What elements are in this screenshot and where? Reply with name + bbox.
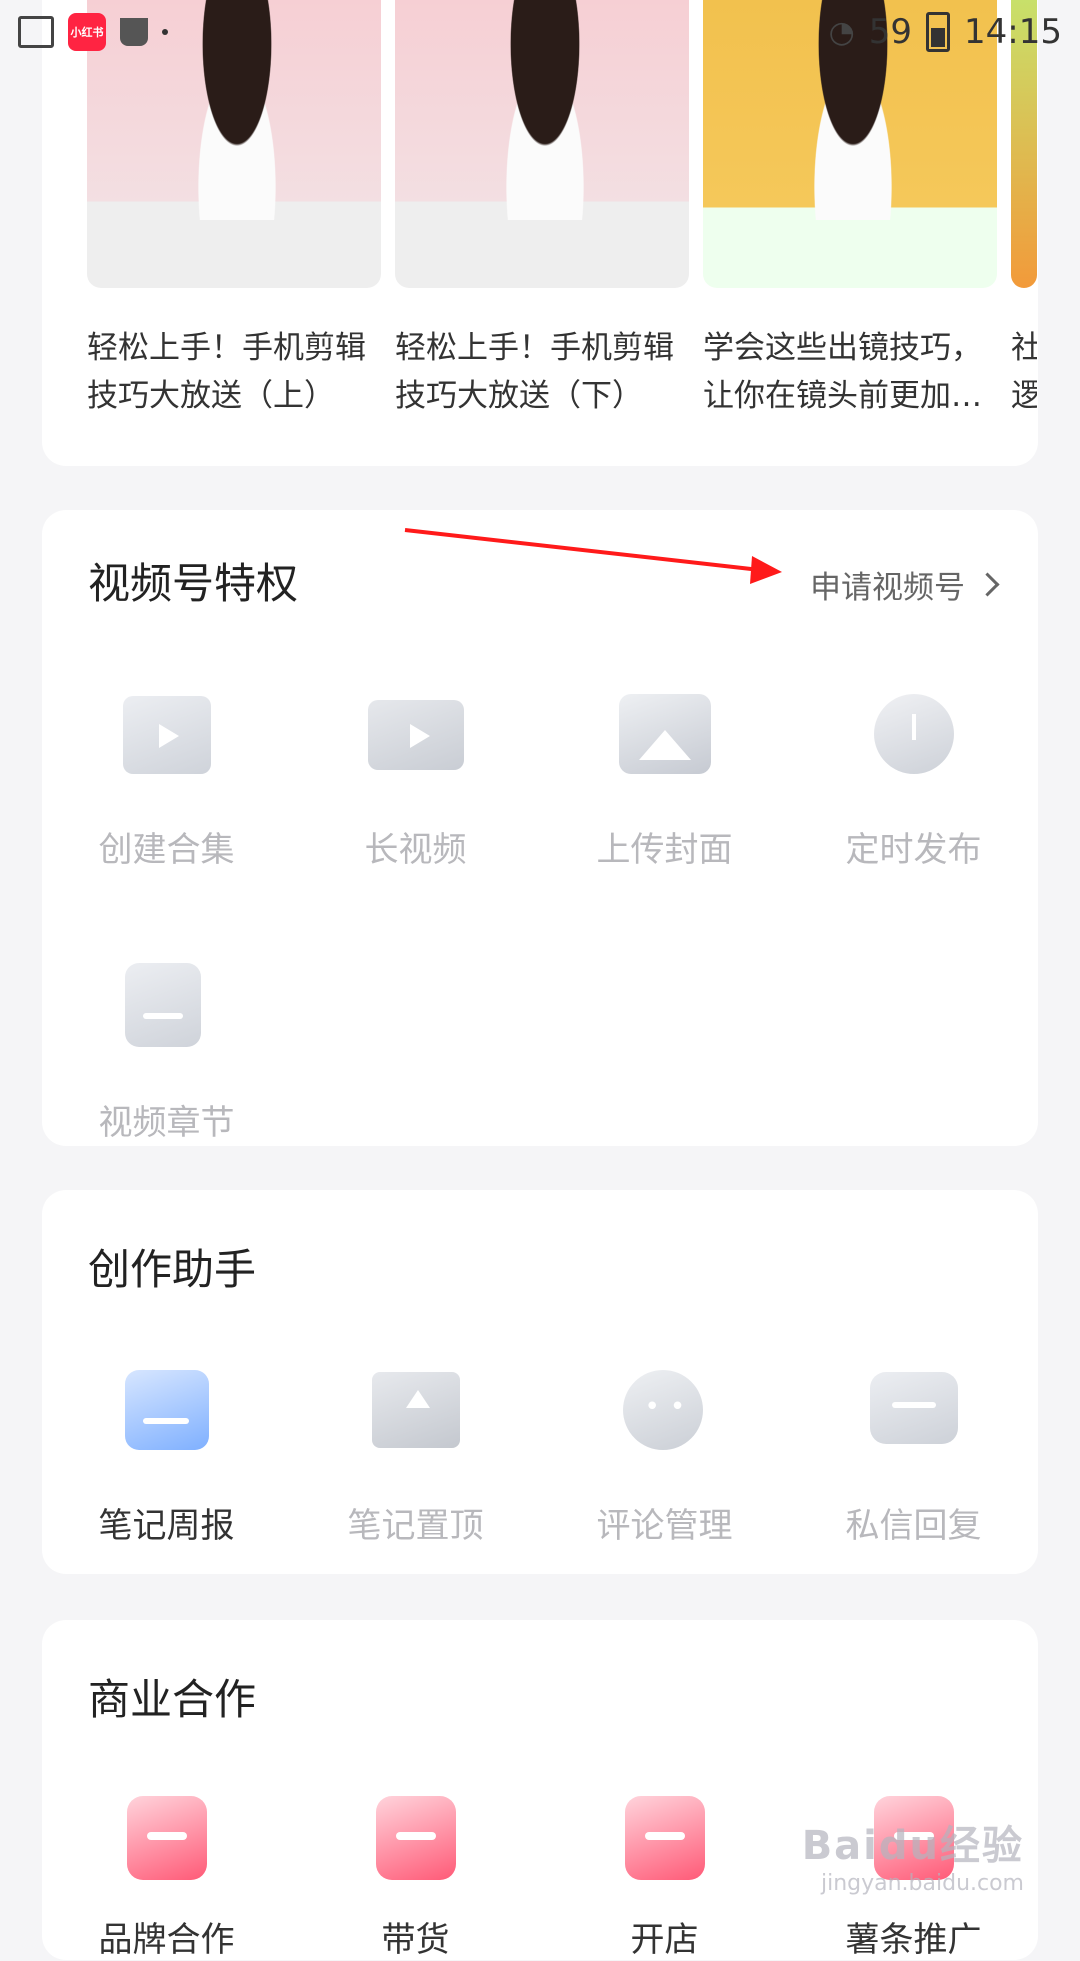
image-icon xyxy=(617,686,713,782)
video-title[interactable]: 社 逻 xyxy=(1011,324,1037,420)
video-title[interactable]: 轻松上手！手机剪辑 技巧大放送（下） xyxy=(395,324,689,420)
tool-label: 创建合集 xyxy=(98,830,235,870)
message-icon xyxy=(866,1362,962,1458)
store-icon xyxy=(617,1788,713,1884)
film-icon xyxy=(367,686,464,782)
app-badge: 小红书 xyxy=(68,13,106,51)
pin-top-book-icon xyxy=(368,1362,464,1458)
battery-icon xyxy=(926,12,951,52)
apply-video-account-link[interactable]: 申请视频号 xyxy=(810,562,1000,607)
gift-box-icon xyxy=(368,1788,464,1884)
video-title[interactable]: 轻松上手！手机剪辑 技巧大放送（上） xyxy=(87,324,381,420)
tool-create-collection[interactable]: 创建合集 xyxy=(42,686,291,871)
tool-pin-note[interactable]: 笔记置顶 xyxy=(291,1362,540,1547)
tool-label: 评论管理 xyxy=(596,1506,733,1546)
status-bar: 小红书 ◔ 59 14:15 xyxy=(0,0,1080,64)
gallery-notification-icon xyxy=(18,16,54,48)
alarm-clock-icon xyxy=(866,686,962,782)
video-privileges-card: 视频号特权 申请视频号 创建合集 长视频 上传封面 定时发布 视频章节 xyxy=(42,510,1038,1146)
tool-label: 薯条推广 xyxy=(845,1920,982,1960)
apply-link-label[interactable]: 申请视频号 xyxy=(810,562,965,607)
business-card: 商业合作 品牌合作 带货 开店 薯条推广 xyxy=(42,1620,1038,1960)
tool-video-chapters[interactable]: 视频章节 xyxy=(42,959,291,1144)
wifi-icon: ◔ xyxy=(828,14,855,50)
shopping-bag-icon xyxy=(120,18,148,46)
clock-time: 14:15 xyxy=(964,12,1062,52)
folder-play-icon xyxy=(119,686,215,782)
tool-label: 笔记周报 xyxy=(98,1506,235,1546)
tool-label: 视频章节 xyxy=(98,1103,235,1143)
tool-label: 私信回复 xyxy=(845,1506,982,1546)
tool-comment-management[interactable]: 评论管理 xyxy=(540,1362,789,1547)
chapter-doc-icon xyxy=(119,959,215,1055)
comment-bubble-icon xyxy=(617,1362,713,1458)
watermark-main: Baidu经验 xyxy=(801,1823,1024,1869)
chart-report-icon xyxy=(119,1362,215,1458)
brand-tag-icon xyxy=(119,1788,215,1884)
tool-label: 品牌合作 xyxy=(98,1920,235,1960)
tool-sell-goods[interactable]: 带货 xyxy=(291,1788,540,1961)
tool-label: 开店 xyxy=(630,1920,699,1960)
tool-scheduled-publish[interactable]: 定时发布 xyxy=(789,686,1038,871)
video-title[interactable]: 学会这些出镜技巧， 让你在镜头前更加… xyxy=(703,324,997,420)
section-title: 视频号特权 xyxy=(88,559,299,608)
tool-brand-cooperation[interactable]: 品牌合作 xyxy=(42,1788,291,1961)
creation-assistant-card: 创作助手 笔记周报 笔记置顶 评论管理 私信回复 xyxy=(42,1190,1038,1574)
baidu-watermark: Baidu经验 jingyan.baidu.com xyxy=(802,1813,1024,1896)
dot-icon xyxy=(162,29,168,35)
section-title: 商业合作 xyxy=(88,1675,257,1724)
section-title: 创作助手 xyxy=(88,1245,257,1294)
chevron-right-icon xyxy=(975,572,1000,597)
tool-label: 上传封面 xyxy=(596,830,733,870)
tool-upload-cover[interactable]: 上传封面 xyxy=(540,686,789,871)
tool-open-store[interactable]: 开店 xyxy=(540,1788,789,1961)
tool-long-video[interactable]: 长视频 xyxy=(291,686,540,871)
battery-level: 59 xyxy=(868,12,913,52)
tool-label: 带货 xyxy=(381,1920,450,1960)
tool-note-weekly-report[interactable]: 笔记周报 xyxy=(42,1362,291,1547)
tool-message-reply[interactable]: 私信回复 xyxy=(789,1362,1038,1547)
tool-label: 长视频 xyxy=(364,830,467,870)
watermark-sub: jingyan.baidu.com xyxy=(820,1871,1024,1896)
tool-label: 笔记置顶 xyxy=(347,1506,484,1546)
recommended-videos-card: 轻松上手！手机剪辑 技巧大放送（上） 轻松上手！手机剪辑 技巧大放送（下） 学会… xyxy=(42,0,1038,466)
tool-label: 定时发布 xyxy=(845,830,982,870)
